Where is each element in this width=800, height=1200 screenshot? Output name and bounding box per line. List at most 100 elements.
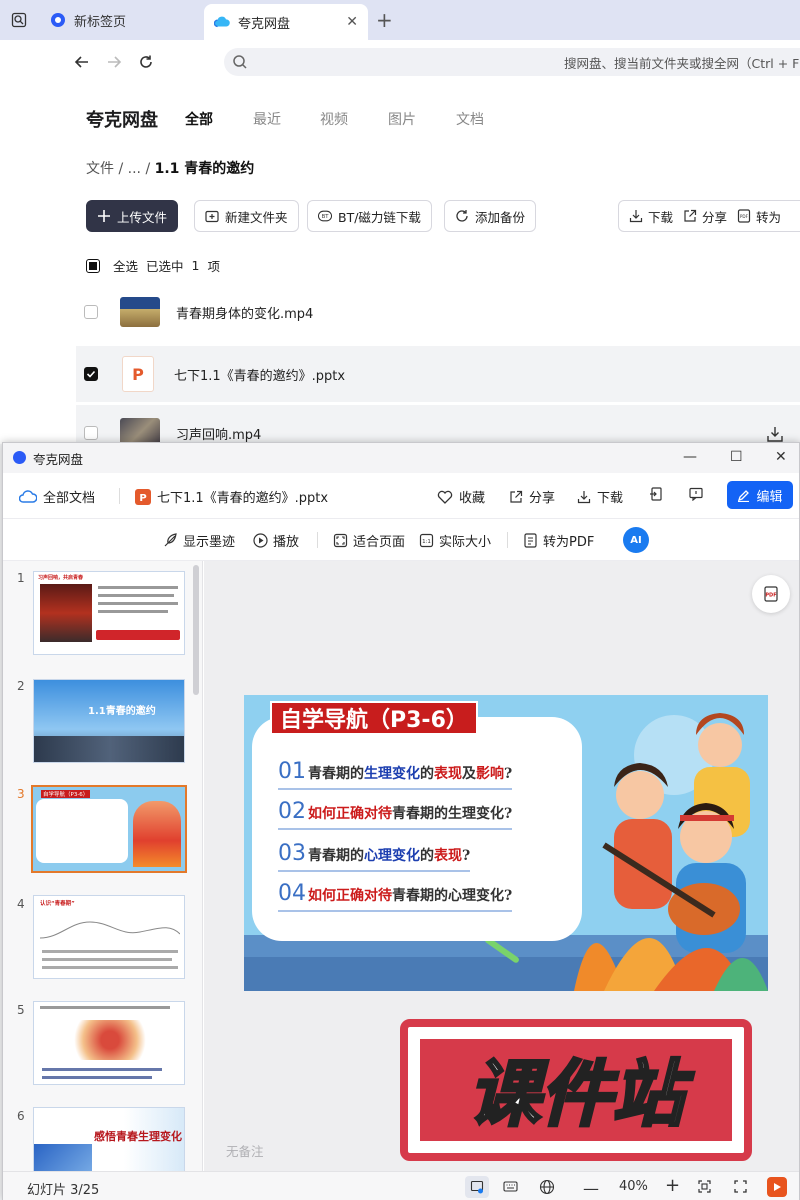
ai-assistant-button[interactable]: AI: [623, 527, 649, 553]
selection-actions: 下载 分享 PDF 转为: [618, 200, 800, 232]
fit-page-icon: [333, 533, 348, 548]
thumbnail-line: [98, 594, 174, 597]
nav-tab-image[interactable]: 图片: [388, 109, 416, 129]
tab-search-pinned[interactable]: [4, 4, 34, 36]
convert-pdf-floating-button[interactable]: PDF: [752, 575, 790, 613]
svg-text:PDF: PDF: [740, 214, 749, 219]
file-row[interactable]: 青春期身体的变化.mp4: [76, 284, 800, 340]
thumbnail-caption: 习声回响，共启青春: [38, 575, 84, 581]
slide-counter: 幻灯片 3/25: [27, 1183, 100, 1198]
back-button[interactable]: [70, 50, 94, 74]
download-action[interactable]: 下载: [629, 207, 673, 226]
nav-tab-video[interactable]: 视频: [320, 109, 348, 129]
slide-thumbnail-2[interactable]: 1.1青春的邀约: [33, 679, 185, 763]
file-checkbox[interactable]: [84, 305, 98, 319]
viewer-title-bar: 夸克网盘 — ☐ ✕: [3, 443, 799, 473]
slide-thumbnail-1[interactable]: 习声回响，共启青春: [33, 571, 185, 655]
thumbnail-number: 6: [17, 1109, 25, 1123]
add-backup-button[interactable]: 添加备份: [444, 200, 537, 232]
viewer-secondary-toolbar: 显示墨迹 播放 适合页面 1:1 实际大小 转为PDF AI: [3, 519, 799, 561]
download-button[interactable]: 下载: [577, 487, 623, 506]
slide-thumbnail-6[interactable]: 感悟青春生理变化: [33, 1107, 185, 1171]
export-icon: [650, 487, 662, 501]
watermark-stamp: 课件站: [400, 1019, 752, 1161]
play-button[interactable]: 播放: [253, 531, 299, 550]
tab-quark-drive[interactable]: 夸克网盘 ✕: [204, 4, 368, 40]
select-all-checkbox[interactable]: [86, 258, 100, 273]
edit-button[interactable]: 编辑: [727, 481, 793, 509]
tab-new-tab[interactable]: 新标签页: [40, 4, 200, 36]
close-tab-icon[interactable]: ✕: [346, 14, 358, 30]
feather-icon: [163, 533, 178, 548]
address-input[interactable]: 搜网盘、搜当前文件夹或搜全网（Ctrl + F: [224, 48, 800, 76]
slideshow-play-button[interactable]: [767, 1177, 787, 1197]
question-highlight: 心理变化: [364, 848, 420, 864]
share-button[interactable]: 分享: [509, 487, 555, 506]
thumbnail-panel: [36, 799, 128, 863]
zoom-in-button[interactable]: +: [665, 1175, 680, 1196]
fullscreen-button[interactable]: [733, 1179, 748, 1194]
maximize-button[interactable]: ☐: [730, 449, 743, 465]
slide-thumbnail-5[interactable]: [33, 1001, 185, 1085]
actual-size-button[interactable]: 1:1 实际大小: [419, 531, 491, 550]
file-checkbox[interactable]: [84, 367, 98, 381]
bt-download-button[interactable]: BT BT/磁力链下载: [307, 200, 432, 232]
export-button[interactable]: [649, 487, 663, 501]
new-tab-button[interactable]: +: [376, 8, 393, 32]
select-all-label[interactable]: 全选: [113, 256, 138, 275]
zoom-out-button[interactable]: —: [583, 1179, 599, 1198]
notes-view-icon: [470, 1180, 484, 1194]
thumbnail-scrollbar[interactable]: [193, 565, 199, 695]
all-documents-link[interactable]: 全部文档: [19, 487, 95, 506]
speaker-notes-placeholder[interactable]: 无备注: [226, 1141, 264, 1160]
nav-tab-all[interactable]: 全部: [185, 109, 213, 129]
reload-icon: [140, 55, 152, 68]
address-bar-row: 搜网盘、搜当前文件夹或搜全网（Ctrl + F: [0, 40, 800, 84]
question-1: 01 青春期的 生理变化的表现及影响?: [278, 759, 513, 790]
share-icon: [684, 209, 697, 222]
file-checkbox[interactable]: [84, 426, 98, 440]
language-button[interactable]: [539, 1179, 555, 1195]
fit-view-button[interactable]: [697, 1179, 712, 1194]
pdf-convert-icon: [523, 533, 538, 548]
breadcrumb-root[interactable]: 文件: [86, 161, 114, 177]
slide-thumbnail-4[interactable]: 认识“青春期”: [33, 895, 185, 979]
row-download-icon[interactable]: [766, 425, 784, 443]
show-ink-button[interactable]: 显示墨迹: [163, 531, 235, 550]
nav-tab-document[interactable]: 文档: [456, 109, 484, 129]
thumbnail-image: [70, 1020, 150, 1060]
new-folder-label: 新建文件夹: [225, 209, 288, 225]
close-window-button[interactable]: ✕: [775, 449, 787, 465]
slide-stage: PDF 自学导航（P3-6） 01 青春期的 生理变化 的 表现 及 影响 ? …: [204, 561, 799, 1171]
file-name: 青春期身体的变化.mp4: [176, 306, 314, 322]
notes-view-button[interactable]: [465, 1176, 489, 1198]
selected-count: 1: [191, 258, 200, 273]
slide-thumbnail-3[interactable]: 自学导航（P3-6）: [31, 785, 187, 873]
address-placeholder: 搜网盘、搜当前文件夹或搜全网（Ctrl + F: [564, 55, 800, 71]
current-file-name: 七下1.1《青春的邀约》.pptx: [157, 491, 329, 506]
convert-action[interactable]: PDF 转为: [737, 207, 781, 226]
thumbnail-number: 4: [17, 897, 25, 911]
convert-pdf-button[interactable]: 转为PDF: [523, 531, 594, 550]
slide-sorter-button[interactable]: [503, 1179, 518, 1194]
thumbnail-line: [42, 1068, 162, 1071]
comment-button[interactable]: [689, 487, 703, 501]
thumbnail-number: 5: [17, 1003, 25, 1017]
favorite-button[interactable]: 收藏: [437, 487, 485, 506]
check-icon: [86, 370, 96, 378]
reload-button[interactable]: [134, 50, 158, 74]
upload-button[interactable]: 上传文件: [86, 200, 179, 232]
viewer-window-title: 夸克网盘: [33, 451, 84, 467]
fit-page-button[interactable]: 适合页面: [333, 531, 405, 550]
new-folder-button[interactable]: 新建文件夹: [194, 200, 299, 232]
download-label: 下载: [597, 491, 624, 506]
breadcrumb-ellipsis[interactable]: ...: [128, 161, 141, 177]
share-action[interactable]: 分享: [683, 207, 727, 226]
drive-page: 夸克网盘 全部 最近 视频 图片 文档 文件 / ... / 1.1 青春的邀约…: [0, 84, 800, 461]
file-row[interactable]: P 七下1.1《青春的邀约》.pptx: [76, 346, 800, 402]
browser-tab-bar: 新标签页 夸克网盘 ✕ +: [0, 0, 800, 40]
viewer-status-bar: 幻灯片 3/25 — 40% +: [3, 1171, 799, 1200]
minimize-button[interactable]: —: [683, 449, 697, 465]
nav-tab-recent[interactable]: 最近: [253, 109, 281, 129]
forward-button[interactable]: [102, 50, 126, 74]
